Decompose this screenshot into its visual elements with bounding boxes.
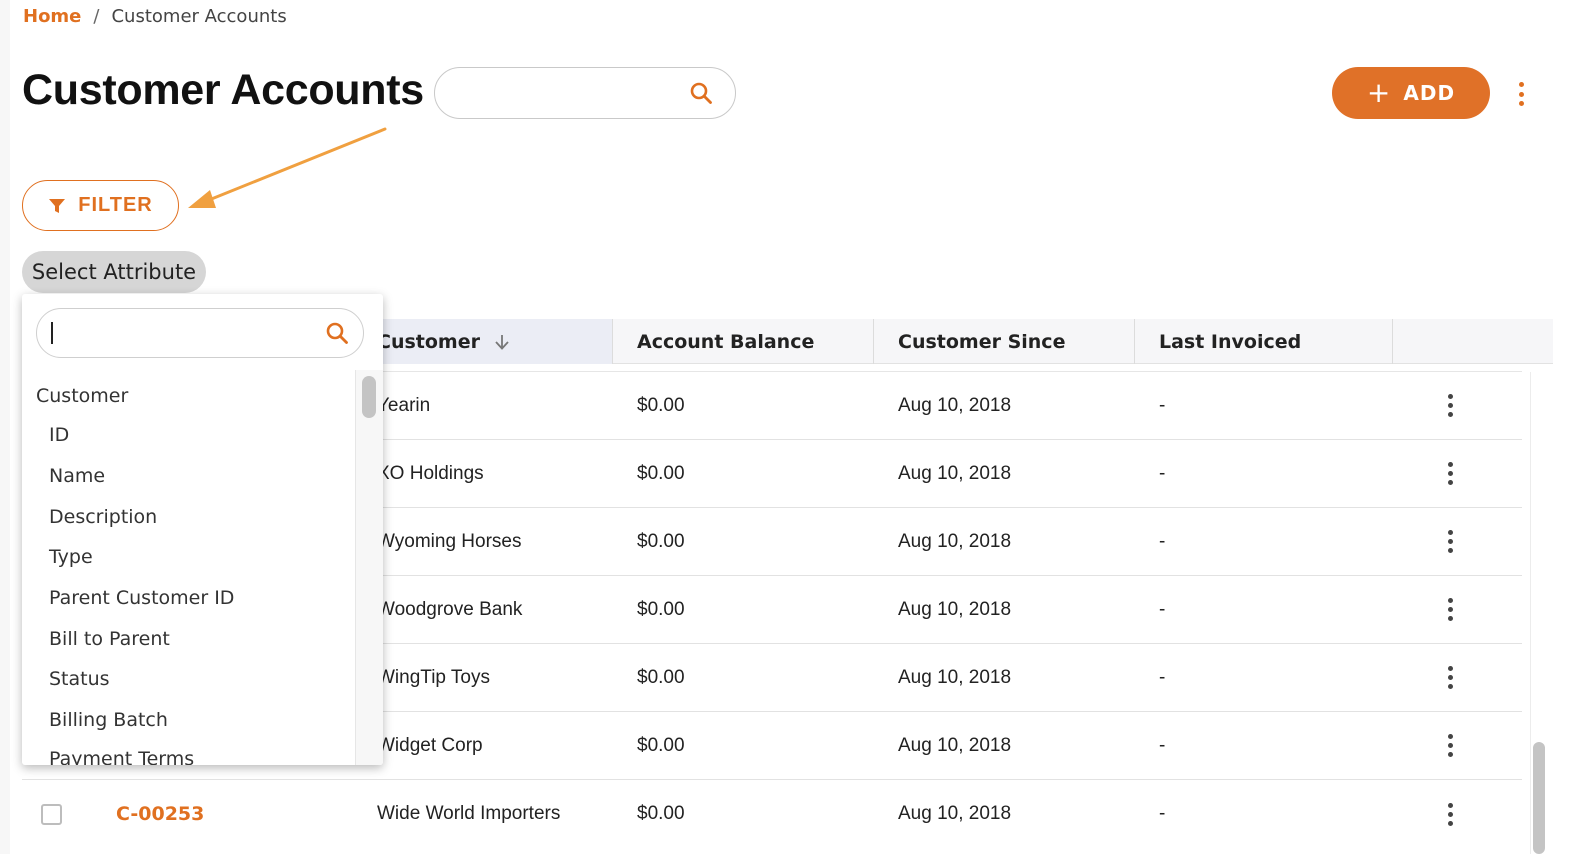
account-balance: $0.00 <box>637 734 685 756</box>
add-button-label: ADD <box>1403 81 1456 105</box>
filter-funnel-icon <box>49 198 66 213</box>
attribute-option[interactable]: ID <box>49 424 69 446</box>
search-input[interactable] <box>434 67 736 119</box>
page-left-edge <box>0 0 10 854</box>
row-actions-kebab-icon[interactable] <box>1440 644 1460 711</box>
search-icon[interactable] <box>689 81 713 105</box>
customer-since: Aug 10, 2018 <box>898 803 1012 824</box>
customer-name[interactable]: Wyoming Horses <box>377 508 521 575</box>
customer-since: Aug 10, 2018 <box>898 666 1012 688</box>
row-actions-kebab-icon[interactable] <box>1440 780 1460 848</box>
attribute-option[interactable]: Billing Batch <box>49 709 168 731</box>
customer-since: Aug 10, 2018 <box>898 394 1012 416</box>
breadcrumb-home-link[interactable]: Home <box>23 6 81 27</box>
filter-button[interactable]: FILTER <box>22 180 179 231</box>
last-invoiced: - <box>1159 462 1166 484</box>
attribute-search-input[interactable] <box>36 308 364 358</box>
row-checkbox[interactable] <box>41 804 62 825</box>
attribute-option[interactable]: Type <box>49 546 93 568</box>
text-cursor <box>51 322 53 344</box>
attribute-option[interactable]: Bill to Parent <box>49 628 170 650</box>
row-actions-kebab-icon[interactable] <box>1440 576 1460 643</box>
add-button[interactable]: + ADD <box>1332 67 1490 119</box>
customer-name[interactable]: Widget Corp <box>377 712 483 779</box>
attribute-option[interactable]: Parent Customer ID <box>49 587 234 609</box>
column-header-account-balance[interactable]: Account Balance <box>612 319 873 364</box>
attribute-group-label: Customer <box>36 385 129 407</box>
kebab-menu-icon[interactable] <box>1510 80 1532 108</box>
account-balance: $0.00 <box>637 530 685 552</box>
attribute-option[interactable]: Name <box>49 465 105 487</box>
customer-since: Aug 10, 2018 <box>898 734 1012 756</box>
account-balance: $0.00 <box>637 803 685 824</box>
column-header-actions <box>1392 319 1553 364</box>
last-invoiced: - <box>1159 734 1166 756</box>
last-invoiced: - <box>1159 666 1166 688</box>
column-header-customer-label: Customer <box>377 330 480 353</box>
attribute-dropdown: Customer ID Name Description Type Parent… <box>22 294 383 765</box>
select-attribute-chip[interactable]: Select Attribute <box>22 251 206 293</box>
dropdown-scrollbar-thumb[interactable] <box>362 376 376 418</box>
customer-name[interactable]: Woodgrove Bank <box>377 576 522 643</box>
last-invoiced: - <box>1159 394 1166 416</box>
breadcrumb-current: Customer Accounts <box>111 6 287 27</box>
customer-name[interactable]: WingTip Toys <box>377 644 490 711</box>
last-invoiced: - <box>1159 803 1166 824</box>
column-header-customer-since[interactable]: Customer Since <box>873 319 1134 364</box>
attribute-option[interactable]: Description <box>49 506 157 528</box>
account-balance: $0.00 <box>637 666 685 688</box>
breadcrumb-separator: / <box>93 6 100 27</box>
account-balance: $0.00 <box>637 394 685 416</box>
account-balance: $0.00 <box>637 598 685 620</box>
customer-id-link[interactable]: C-00253 <box>116 780 204 848</box>
row-actions-kebab-icon[interactable] <box>1440 508 1460 575</box>
attribute-option[interactable]: Payment Terms <box>49 748 194 765</box>
row-actions-kebab-icon[interactable] <box>1440 440 1460 507</box>
account-balance: $0.00 <box>637 462 685 484</box>
customer-name[interactable]: XO Holdings <box>377 440 484 507</box>
column-header-customer[interactable]: Customer <box>377 319 612 364</box>
customer-since: Aug 10, 2018 <box>898 530 1012 552</box>
sort-down-arrow-icon[interactable] <box>494 333 510 351</box>
last-invoiced: - <box>1159 530 1166 552</box>
attribute-list: Customer ID Name Description Type Parent… <box>22 370 355 765</box>
breadcrumb: Home / Customer Accounts <box>23 6 287 27</box>
customer-since: Aug 10, 2018 <box>898 598 1012 620</box>
customer-since: Aug 10, 2018 <box>898 462 1012 484</box>
filter-button-label: FILTER <box>78 194 153 216</box>
page-title: Customer Accounts <box>22 66 424 114</box>
row-actions-kebab-icon[interactable] <box>1440 372 1460 439</box>
attribute-option[interactable]: Status <box>49 668 110 690</box>
customer-name[interactable]: Wide World Importers <box>377 780 560 848</box>
column-header-last-invoiced[interactable]: Last Invoiced <box>1134 319 1392 364</box>
search-icon[interactable] <box>325 321 349 345</box>
table-scrollbar-thumb[interactable] <box>1533 742 1545 854</box>
customer-name[interactable]: Yearin <box>377 372 430 439</box>
annotation-arrow <box>188 127 387 208</box>
table-row[interactable]: C-00253 Wide World Importers $0.00 Aug 1… <box>22 780 1522 848</box>
plus-icon: + <box>1366 76 1392 109</box>
last-invoiced: - <box>1159 598 1166 620</box>
dropdown-scrollbar-track[interactable] <box>355 370 383 765</box>
row-actions-kebab-icon[interactable] <box>1440 712 1460 779</box>
